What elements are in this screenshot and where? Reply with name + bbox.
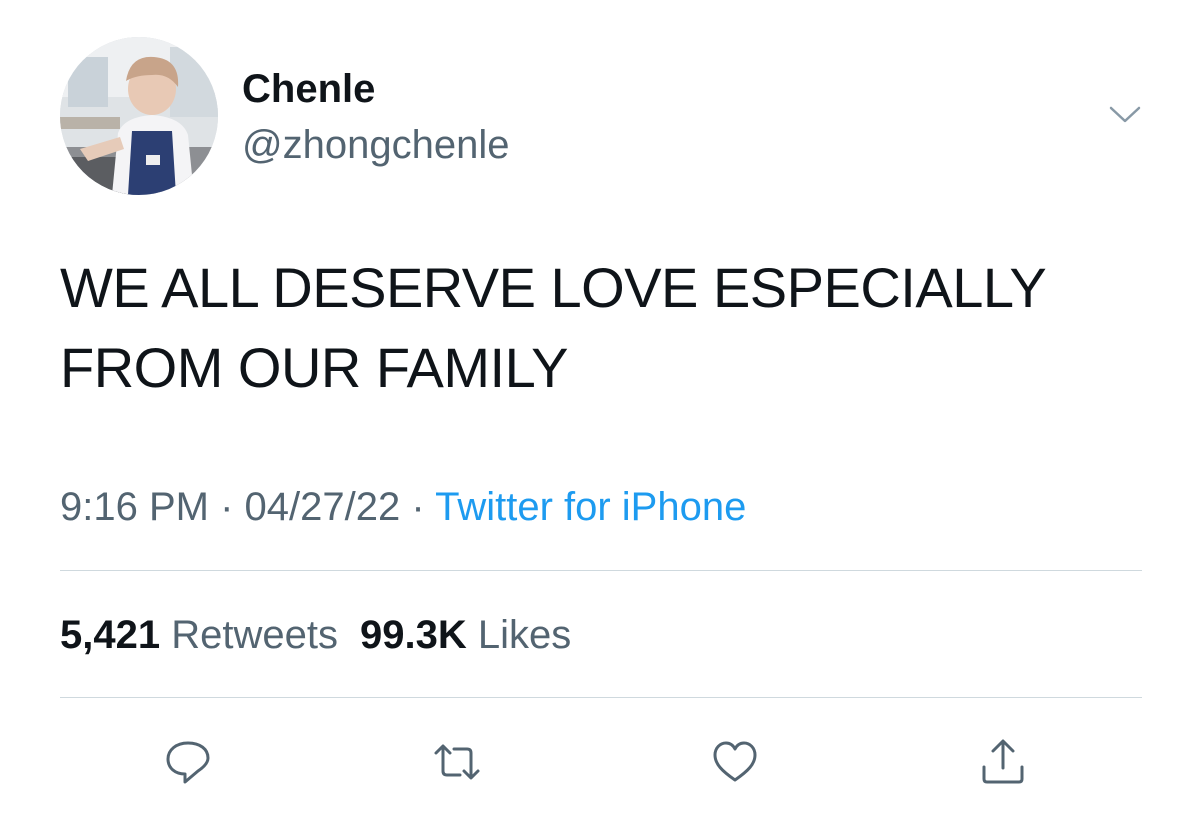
heart-icon <box>713 741 757 782</box>
likes-label: Likes <box>477 613 572 657</box>
retweet-icon <box>434 744 480 780</box>
likes-stat[interactable]: 99.3K Likes <box>360 613 571 657</box>
avatar[interactable] <box>60 37 218 195</box>
tweet-text-line-1: WE ALL DESERVE LOVE ESPECIALLY <box>60 256 1047 319</box>
divider <box>60 697 1142 698</box>
engagement-stats: 5,421 Retweets 99.3K Likes <box>60 610 571 660</box>
like-button[interactable] <box>710 737 760 787</box>
share-icon <box>982 739 1024 784</box>
display-name[interactable]: Chenle <box>242 66 375 112</box>
tweet-metadata: 9:16 PM · 04/27/22 · Twitter for iPhone <box>60 482 746 532</box>
tweet-time[interactable]: 9:16 PM <box>60 485 209 529</box>
meta-separator: · <box>220 485 234 529</box>
tweet-source-link[interactable]: Twitter for iPhone <box>435 485 746 529</box>
reply-icon <box>166 741 210 784</box>
tweet-text: WE ALL DESERVE LOVE ESPECIALLY FROM OUR … <box>60 248 1160 408</box>
user-handle[interactable]: @zhongchenle <box>242 122 509 168</box>
share-button[interactable] <box>978 737 1028 787</box>
tweet-date[interactable]: 04/27/22 <box>245 485 401 529</box>
chevron-down-icon[interactable] <box>1108 103 1142 127</box>
divider <box>60 570 1142 571</box>
retweets-label: Retweets <box>171 613 338 657</box>
avatar-photo <box>60 37 218 195</box>
likes-count: 99.3K <box>359 613 467 657</box>
retweets-count: 5,421 <box>60 613 161 657</box>
tweet-text-line-2: FROM OUR FAMILY <box>60 336 568 399</box>
retweets-stat[interactable]: 5,421 Retweets <box>60 613 338 657</box>
meta-separator: · <box>411 485 425 529</box>
retweet-button[interactable] <box>432 737 482 787</box>
reply-button[interactable] <box>163 737 213 787</box>
